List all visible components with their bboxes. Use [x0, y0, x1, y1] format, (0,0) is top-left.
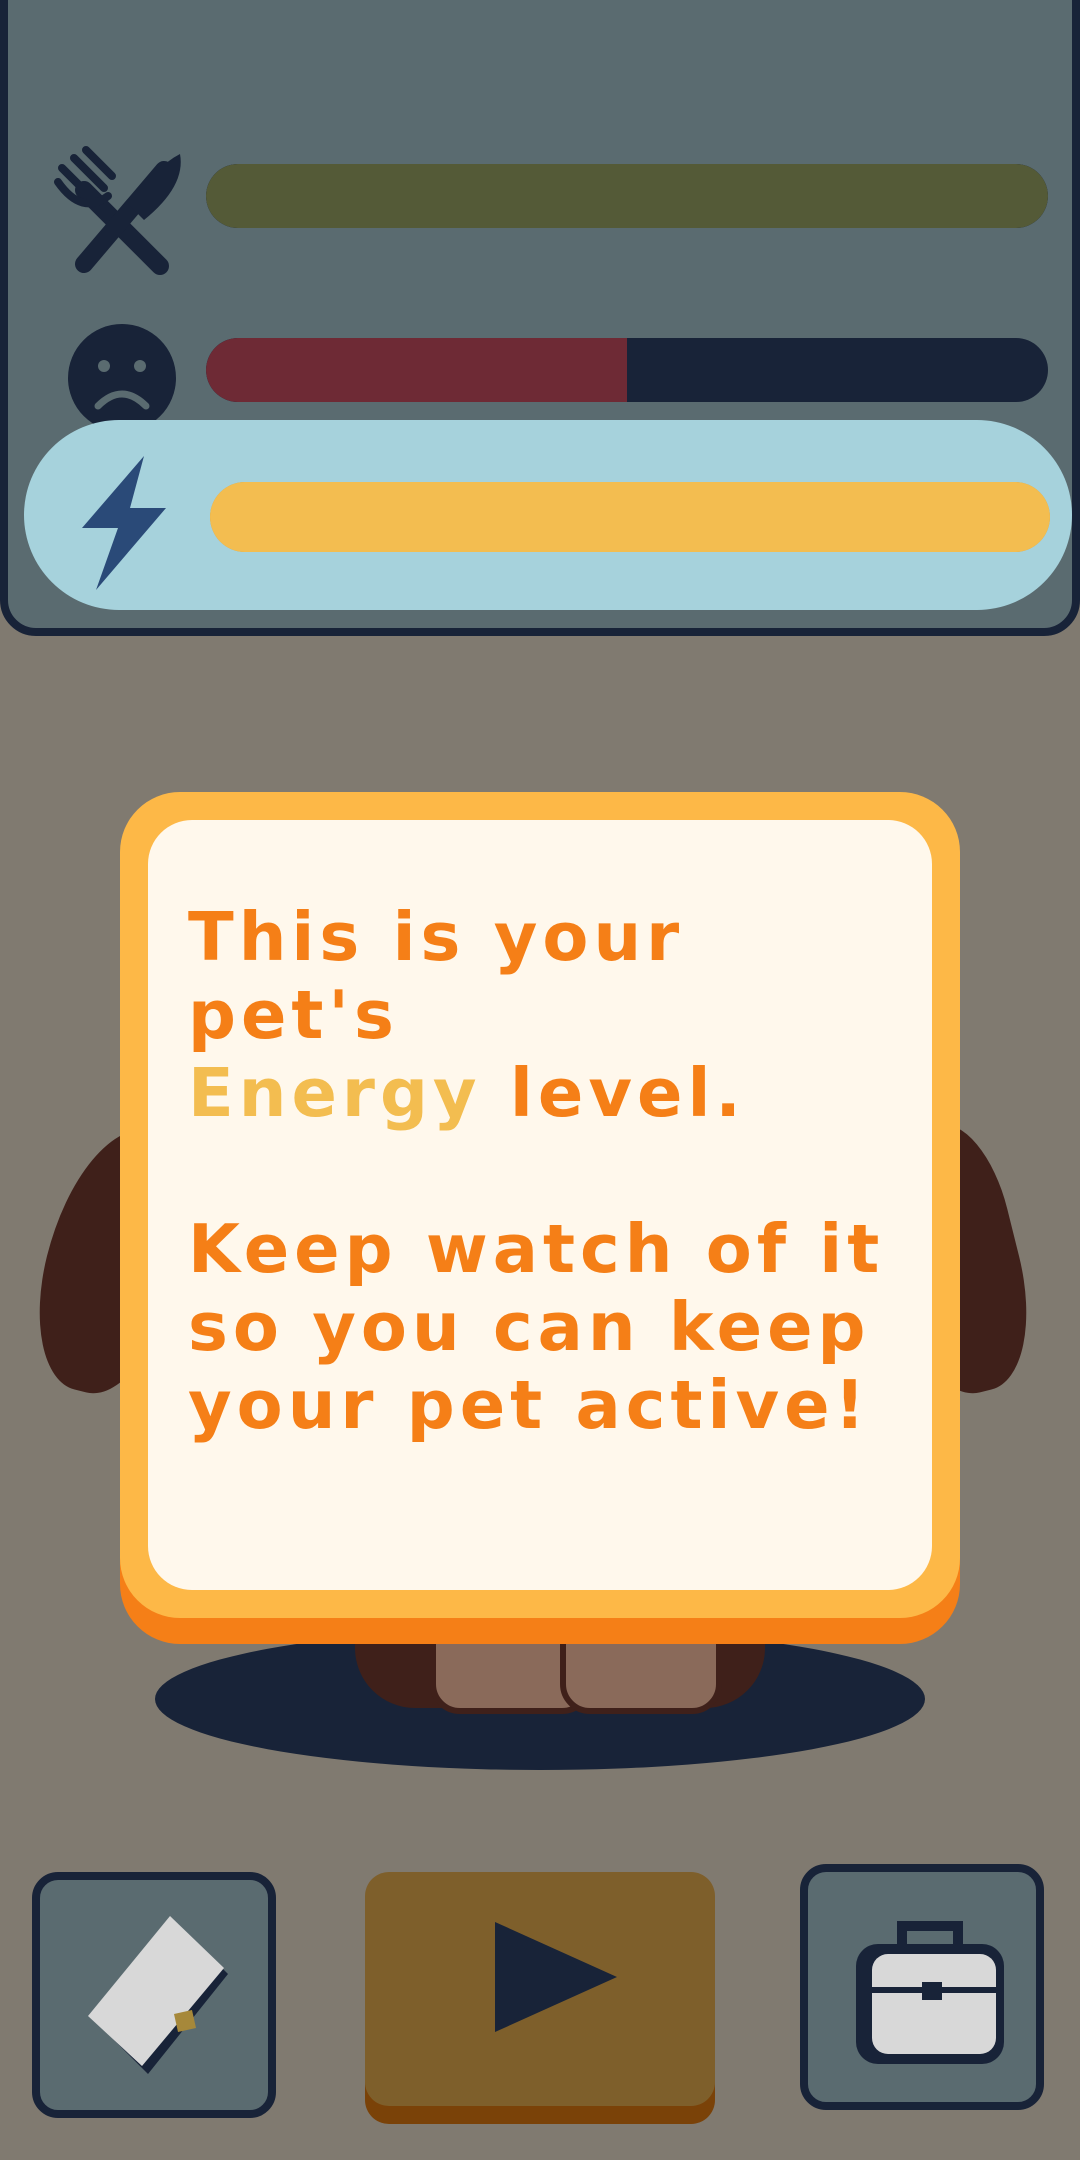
- hunger-bar-fill: [206, 164, 1048, 228]
- bag-icon: [850, 1920, 1010, 2070]
- energy-bar: [210, 482, 1050, 552]
- play-icon: [495, 1922, 617, 2032]
- stats-panel: [0, 0, 1080, 636]
- dialog-line-1: This is your pet's: [188, 898, 685, 1054]
- play-button[interactable]: [365, 1872, 715, 2106]
- journal-button[interactable]: [32, 1872, 276, 2118]
- hunger-bar: [206, 164, 1048, 228]
- happiness-bar: [206, 338, 1048, 402]
- dialog-body: This is your pet's Energy level. Keep wa…: [148, 820, 932, 1590]
- dialog-highlight-energy: Energy: [188, 1054, 482, 1132]
- lightning-bolt-icon: [74, 456, 170, 590]
- energy-bar-fill: [210, 482, 1050, 552]
- sad-face-icon: [66, 322, 178, 434]
- dialog-line-2: level.: [481, 1054, 746, 1132]
- dialog-line-5: your pet active!: [188, 1366, 871, 1444]
- journal-icon: [78, 1914, 238, 2084]
- fork-knife-icon: [52, 146, 192, 286]
- dialog-line-3: Keep watch of it: [188, 1210, 885, 1288]
- dialog-message: This is your pet's Energy level. Keep wa…: [188, 898, 892, 1444]
- tutorial-dialog[interactable]: This is your pet's Energy level. Keep wa…: [120, 792, 960, 1618]
- happiness-bar-fill: [206, 338, 627, 402]
- bag-button[interactable]: [800, 1864, 1044, 2110]
- energy-row-highlight: [24, 420, 1072, 610]
- dialog-line-4: so you can keep: [188, 1288, 871, 1366]
